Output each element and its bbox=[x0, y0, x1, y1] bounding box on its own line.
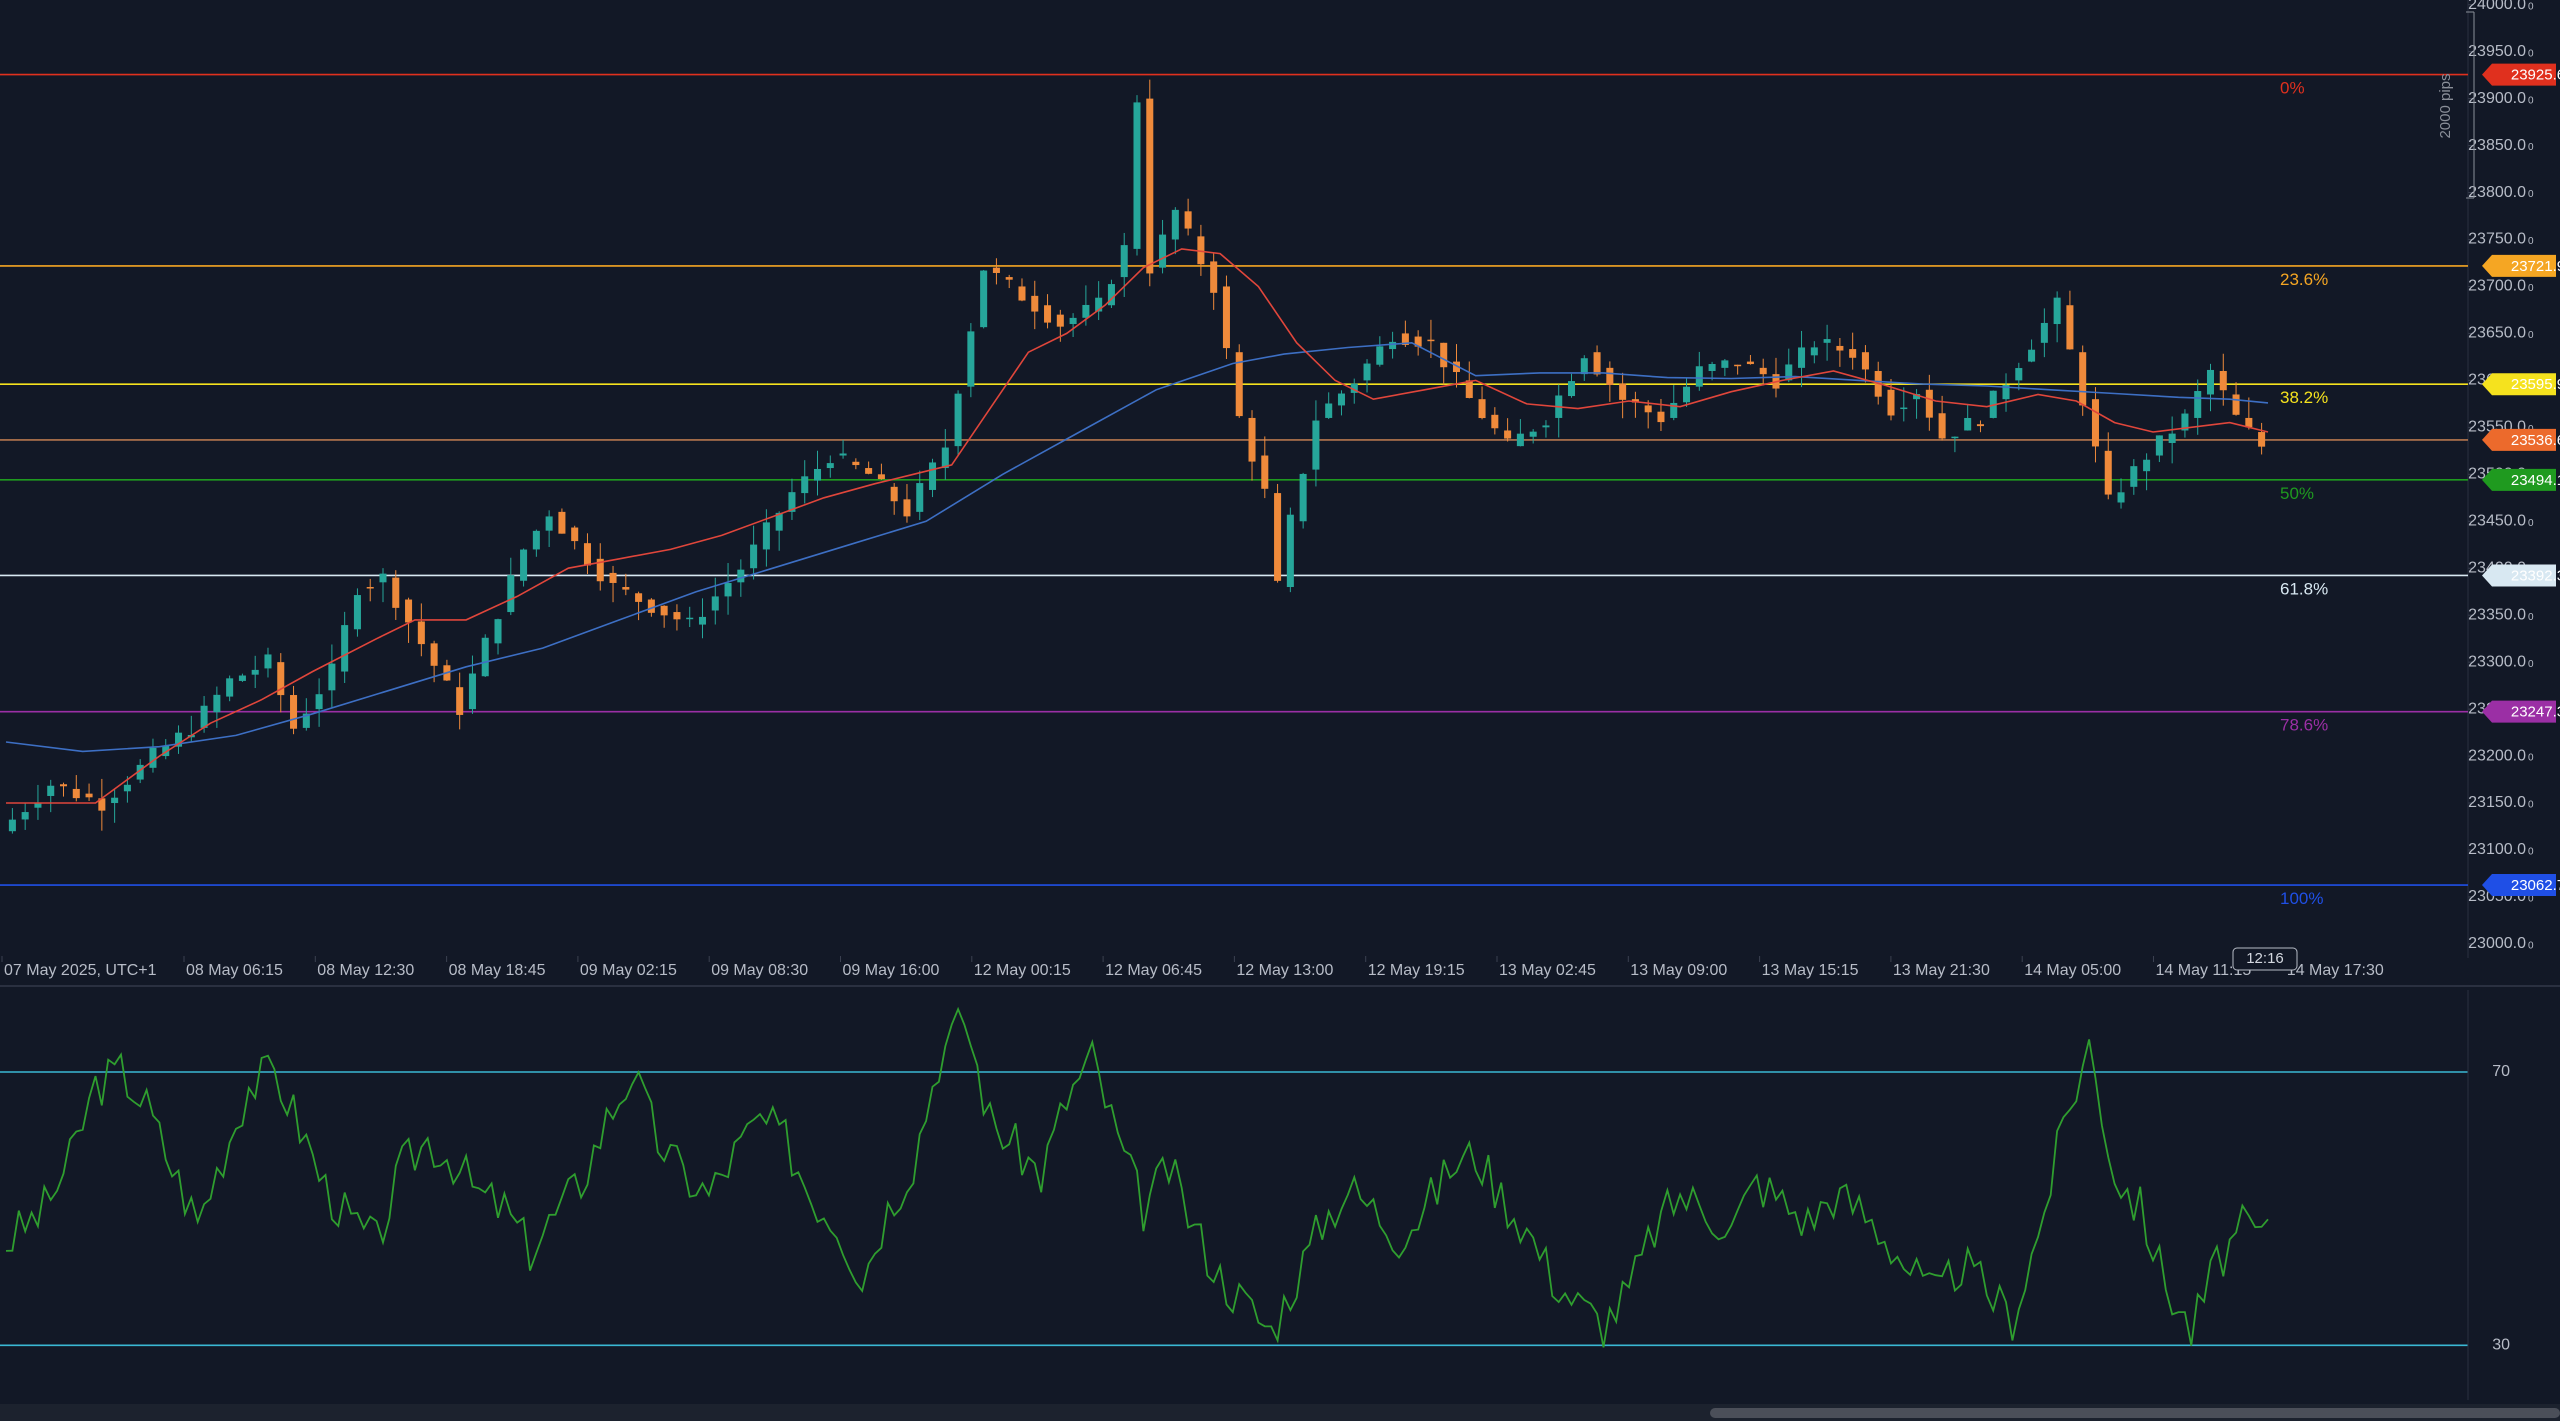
price-tag-text: 23721.9 bbox=[2511, 258, 2560, 275]
price-tag: 23247.3 bbox=[2482, 700, 2560, 723]
price-axis-label-suffix: 0 bbox=[2528, 48, 2534, 59]
fib-level-percent-label: 23.6% bbox=[2280, 270, 2328, 289]
time-axis-label: 08 May 06:15 bbox=[186, 962, 283, 979]
price-tag: 23595.9 bbox=[2482, 373, 2560, 396]
time-axis-label: 12 May 06:45 bbox=[1105, 962, 1202, 979]
price-axis-label: 23350.0 bbox=[2468, 606, 2526, 623]
price-axis-label-suffix: 0 bbox=[2528, 847, 2534, 858]
price-axis-label: 23450.0 bbox=[2468, 512, 2526, 529]
time-axis-label: 14 May 17:30 bbox=[2287, 962, 2384, 979]
price-axis-label: 23700.0 bbox=[2468, 278, 2526, 295]
price-axis-label: 23150.0 bbox=[2468, 794, 2526, 811]
price-tag: 23062.7 bbox=[2482, 874, 2560, 897]
range-measure-label: 2000 pips bbox=[2437, 73, 2454, 138]
price-axis-label: 23300.0 bbox=[2468, 653, 2526, 670]
candle bbox=[1286, 507, 1294, 593]
price-axis-label: 23950.0 bbox=[2468, 43, 2526, 60]
scrollbar-thumb[interactable] bbox=[1710, 1408, 2560, 1418]
candle bbox=[980, 269, 988, 329]
price-axis-label-suffix: 0 bbox=[2528, 330, 2534, 341]
price-axis-label-suffix: 0 bbox=[2528, 95, 2534, 106]
price-axis-label: 23650.0 bbox=[2468, 325, 2526, 342]
time-axis-label: 09 May 16:00 bbox=[843, 962, 940, 979]
rsi-band-label: 30 bbox=[2492, 1337, 2510, 1354]
price-axis-label: 23800.0 bbox=[2468, 184, 2526, 201]
price-tag: 23392.3 bbox=[2482, 564, 2560, 587]
candle bbox=[967, 323, 975, 398]
price-tag: 23925.6 bbox=[2482, 63, 2560, 86]
candle bbox=[558, 508, 566, 534]
time-axis-label: 07 May 2025, UTC+1 bbox=[4, 962, 157, 979]
candle bbox=[1222, 275, 1230, 359]
horizontal-scrollbar[interactable] bbox=[0, 1404, 2560, 1421]
fib-level-percent-label: 78.6% bbox=[2280, 716, 2328, 735]
time-axis-label: 09 May 08:30 bbox=[711, 962, 808, 979]
time-axis-label: 13 May 09:00 bbox=[1630, 962, 1727, 979]
price-axis-label-suffix: 0 bbox=[2528, 142, 2534, 153]
price-tag: 23536.6 bbox=[2482, 428, 2560, 451]
price-axis-label: 24000.0 bbox=[2468, 0, 2526, 13]
price-axis-label-suffix: 0 bbox=[2528, 941, 2534, 952]
price-tag-text: 23494.1 bbox=[2511, 472, 2560, 489]
price-axis-label-suffix: 0 bbox=[2528, 283, 2534, 294]
crosshair-time-text: 12:16 bbox=[2246, 950, 2284, 967]
price-tag: 23494.1 bbox=[2482, 468, 2560, 491]
candle bbox=[481, 634, 489, 678]
price-axis-label-suffix: 0 bbox=[2528, 800, 2534, 811]
time-axis-label: 12 May 00:15 bbox=[974, 962, 1071, 979]
candle bbox=[1146, 79, 1154, 287]
price-axis-label: 23000.0 bbox=[2468, 935, 2526, 952]
fib-level-percent-label: 100% bbox=[2280, 889, 2323, 908]
price-tag-text: 23595.9 bbox=[2511, 376, 2560, 393]
fib-level-percent-label: 50% bbox=[2280, 484, 2314, 503]
time-axis-label: 08 May 12:30 bbox=[317, 962, 414, 979]
price-axis-label: 23200.0 bbox=[2468, 747, 2526, 764]
time-axis-label: 12 May 13:00 bbox=[1236, 962, 1333, 979]
price-axis-label-suffix: 0 bbox=[2528, 753, 2534, 764]
trading-chart[interactable]: 24000.0 023950.0 023900.0 023850.0 023800.0 0… bbox=[0, 0, 2560, 1421]
time-axis-label: 09 May 02:15 bbox=[580, 962, 677, 979]
price-axis-label-suffix: 0 bbox=[2528, 189, 2534, 200]
price-axis-label-suffix: 0 bbox=[2528, 1, 2534, 12]
time-axis-label: 13 May 02:45 bbox=[1499, 962, 1596, 979]
fib-level-percent-label: 38.2% bbox=[2280, 388, 2328, 407]
price-tag-text: 23392.3 bbox=[2511, 567, 2560, 584]
price-axis-label-suffix: 0 bbox=[2528, 659, 2534, 670]
price-tag-text: 23247.3 bbox=[2511, 704, 2560, 721]
candle bbox=[1235, 344, 1243, 418]
price-axis-label: 23100.0 bbox=[2468, 841, 2526, 858]
price-axis-label-suffix: 0 bbox=[2528, 236, 2534, 247]
price-axis-label-suffix: 0 bbox=[2528, 612, 2534, 623]
time-axis-label: 12 May 19:15 bbox=[1368, 962, 1465, 979]
price-tag: 23721.9 bbox=[2482, 254, 2560, 277]
rsi-band-label: 70 bbox=[2492, 1063, 2510, 1080]
fib-level-percent-label: 61.8% bbox=[2280, 579, 2328, 598]
price-tag-text: 23925.6 bbox=[2511, 67, 2560, 84]
candle bbox=[1274, 483, 1282, 583]
price-tag-text: 23062.7 bbox=[2511, 877, 2560, 894]
chart-background bbox=[0, 0, 2560, 1421]
time-axis-label: 13 May 15:15 bbox=[1762, 962, 1859, 979]
time-axis-label: 08 May 18:45 bbox=[449, 962, 546, 979]
fib-level-percent-label: 0% bbox=[2280, 79, 2305, 98]
time-axis-label: 13 May 21:30 bbox=[1893, 962, 1990, 979]
candle bbox=[1133, 95, 1141, 256]
time-axis-label: 14 May 05:00 bbox=[2024, 962, 2121, 979]
price-axis-label: 23750.0 bbox=[2468, 231, 2526, 248]
price-axis-label: 23900.0 bbox=[2468, 90, 2526, 107]
candle bbox=[1299, 472, 1307, 529]
crosshair-time-label: 12:16 bbox=[2232, 947, 2298, 971]
price-axis-label: 23850.0 bbox=[2468, 137, 2526, 154]
price-tag-text: 23536.6 bbox=[2511, 432, 2560, 449]
price-axis-label-suffix: 0 bbox=[2528, 518, 2534, 529]
